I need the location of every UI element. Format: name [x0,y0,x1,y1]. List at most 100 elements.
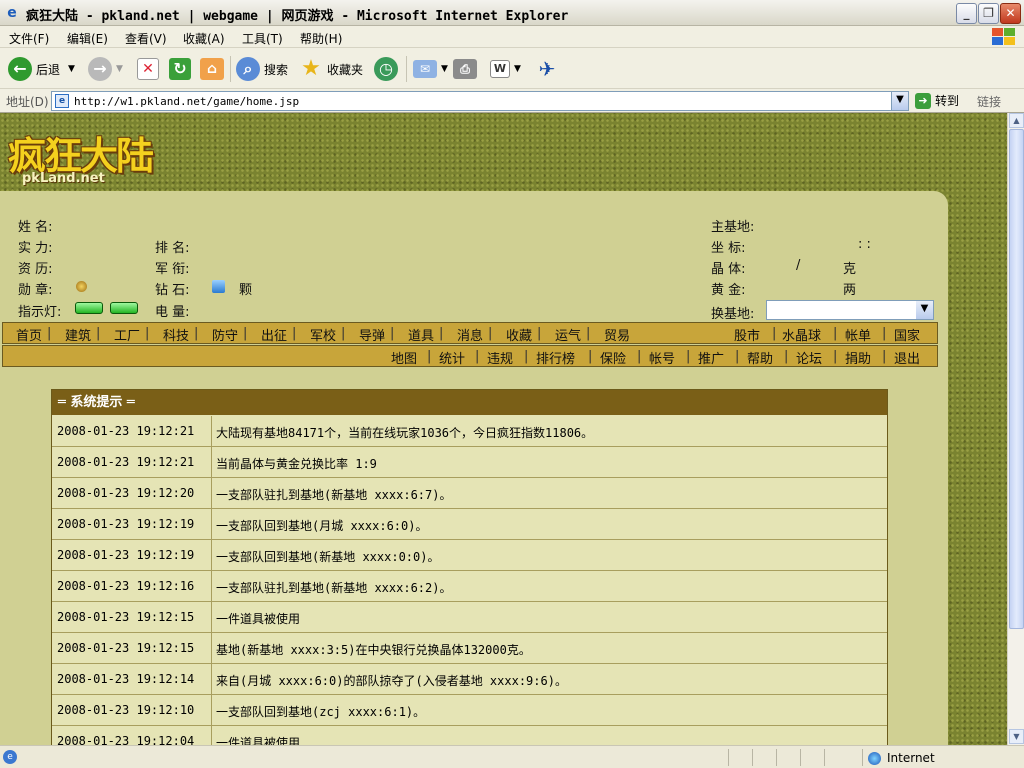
nav-buildings[interactable]: 建筑 [65,325,91,344]
toolbar: ← 后退 ▼ → ▼ ✕ ↻ ⌂ ⌕ 搜索 ★ 收藏夹 ◷ ✉ ▼ ⎙ W ▼ … [0,48,1024,89]
nav-promote[interactable]: 推广 [698,348,724,367]
back-button[interactable]: ← 后退 ▼ [8,55,75,83]
nav-logout[interactable]: 退出 [894,348,920,367]
nav-home[interactable]: 首页 [16,325,42,344]
scroll-down-icon[interactable]: ▼ [1009,729,1024,744]
message-time: 2008-01-23 19:12:10 [52,695,212,725]
menu-edit[interactable]: 编辑(E) [67,30,108,47]
page-viewport: 疯狂大陆 pkLand.net 姓 名: 实 力: 排 名: 资 历: 军 衔:… [0,113,1007,745]
chevron-down-icon: ▼ [68,64,75,74]
scroll-thumb[interactable] [1009,129,1024,629]
edit-button[interactable]: W ▼ [490,55,521,83]
nav-missile[interactable]: 导弹 [359,325,385,344]
nav-stocks[interactable]: 股市 [734,325,760,344]
star-icon: ★ [301,56,321,81]
zone-label: Internet [887,751,935,765]
go-label: 转到 [935,94,960,108]
menu-file[interactable]: 文件(F) [9,30,49,47]
search-button[interactable]: ⌕ 搜索 [236,55,288,83]
nav-insurance[interactable]: 保险 [600,348,626,367]
chevron-down-icon[interactable]: ▼ [891,92,908,110]
coordinate-value: : : [858,237,871,252]
nav-bills[interactable]: 帐单 [845,325,871,344]
gold-unit: 两 [843,283,857,298]
refresh-button[interactable]: ↻ [169,55,195,83]
history-button[interactable]: ◷ [374,55,402,83]
vertical-scrollbar[interactable]: ▲ ▼ [1007,113,1024,745]
address-url[interactable]: http://w1.pkland.net/game/home.jsp [74,95,299,108]
message-row: 2008-01-23 19:12:20 一支部队驻扎到基地(新基地 xxxx:6:… [52,478,887,509]
mail-button[interactable]: ✉ ▼ [413,55,448,83]
address-input[interactable]: e http://w1.pkland.net/game/home.jsp ▼ [51,91,909,111]
diamond-unit: 颗 [239,283,253,298]
nav-tech[interactable]: 科技 [163,325,189,344]
crystal-label: 晶 体: [711,262,746,277]
medal-label: 勋 章: [18,283,53,298]
message-row: 2008-01-23 19:12:04 一件道具被使用 [52,726,887,745]
nav-factory[interactable]: 工厂 [114,325,140,344]
address-label: 地址(D) [6,95,49,109]
menu-favorites[interactable]: 收藏(A) [183,30,225,47]
military-rank-label: 军 衔: [155,262,190,277]
scroll-up-icon[interactable]: ▲ [1009,113,1024,128]
chevron-down-icon[interactable]: ▼ [916,301,933,319]
links-button[interactable]: 链接 [977,93,1001,110]
nav-map[interactable]: 地图 [391,348,417,367]
go-button[interactable]: ➜ 转到 [915,92,959,109]
nav-collection[interactable]: 收藏 [506,325,532,344]
nav-luck[interactable]: 运气 [555,325,581,344]
crystal-unit: 克 [843,262,857,277]
nav-leaderboard[interactable]: 排行榜 [536,348,575,367]
mail-icon: ✉ [413,60,437,78]
forward-button[interactable]: → ▼ [88,55,123,83]
logo-subtitle: pkLand.net [22,171,105,186]
maximize-button[interactable]: ❐ [978,3,999,24]
messenger-icon: ✈ [538,57,556,81]
close-button[interactable]: ✕ [1000,3,1021,24]
menu-bar: 文件(F) 编辑(E) 查看(V) 收藏(A) 工具(T) 帮助(H) [0,26,1024,48]
nav-forum[interactable]: 论坛 [796,348,822,367]
favorites-button[interactable]: ★ 收藏夹 [299,55,363,83]
menu-view[interactable]: 查看(V) [125,30,167,47]
window-title: 疯狂大陆 - pkland.net | webgame | 网页游戏 - Mic… [26,9,569,24]
nav-crystal-ball[interactable]: 水晶球 [782,325,821,344]
nav-expedition[interactable]: 出征 [261,325,287,344]
system-messages-header: ═ 系统提示 ═ [52,390,887,415]
nav-nation[interactable]: 国家 [894,325,920,344]
chevron-down-icon: ▼ [514,64,521,74]
print-button[interactable]: ⎙ [453,55,481,83]
nav-donate[interactable]: 捐助 [845,348,871,367]
message-text: 当前晶体与黄金兑换比率 1:9 [216,457,377,471]
nav-trade[interactable]: 贸易 [604,325,630,344]
nav-defense[interactable]: 防守 [212,325,238,344]
page-status-icon: e [3,750,17,764]
rank-label: 排 名: [155,241,190,256]
nav-items[interactable]: 道具 [408,325,434,344]
menu-help[interactable]: 帮助(H) [300,30,342,47]
diamond-label: 钻 石: [155,283,190,298]
nav-violations[interactable]: 违规 [487,348,513,367]
minimize-button[interactable]: _ [956,3,977,24]
power-label: 实 力: [18,241,53,256]
nav-help[interactable]: 帮助 [747,348,773,367]
message-text: 一支部队驻扎到基地(新基地 xxxx:6:7)。 [216,488,452,502]
menu-tools[interactable]: 工具(T) [242,30,283,47]
switch-base-select[interactable]: ▼ [766,300,934,320]
nav-messages[interactable]: 消息 [457,325,483,344]
primary-nav: 首页 | 建筑 | 工厂 | 科技 | 防守 | 出征 | 军校 | 导弹 | 道具 | 消息 | … [2,322,938,344]
messenger-button[interactable]: ✈ [535,55,563,83]
nav-statistics[interactable]: 统计 [439,348,465,367]
stop-icon: ✕ [137,58,159,80]
page-icon: e [55,94,69,108]
stop-button[interactable]: ✕ [137,55,163,83]
site-logo[interactable]: 疯狂大陆 pkLand.net [8,119,184,189]
home-button[interactable]: ⌂ [200,55,228,83]
nav-academy[interactable]: 军校 [310,325,336,344]
message-time: 2008-01-23 19:12:19 [52,509,212,539]
message-text: 一件道具被使用 [216,736,301,745]
message-text: 一支部队回到基地(月城 xxxx:6:0)。 [216,519,428,533]
address-bar: 地址(D) e http://w1.pkland.net/game/home.j… [0,89,1024,113]
message-time: 2008-01-23 19:12:21 [52,447,212,477]
message-row: 2008-01-23 19:12:14 来自(月城 xxxx:6:0)的部队掠夺了… [52,664,887,695]
nav-account[interactable]: 帐号 [649,348,675,367]
